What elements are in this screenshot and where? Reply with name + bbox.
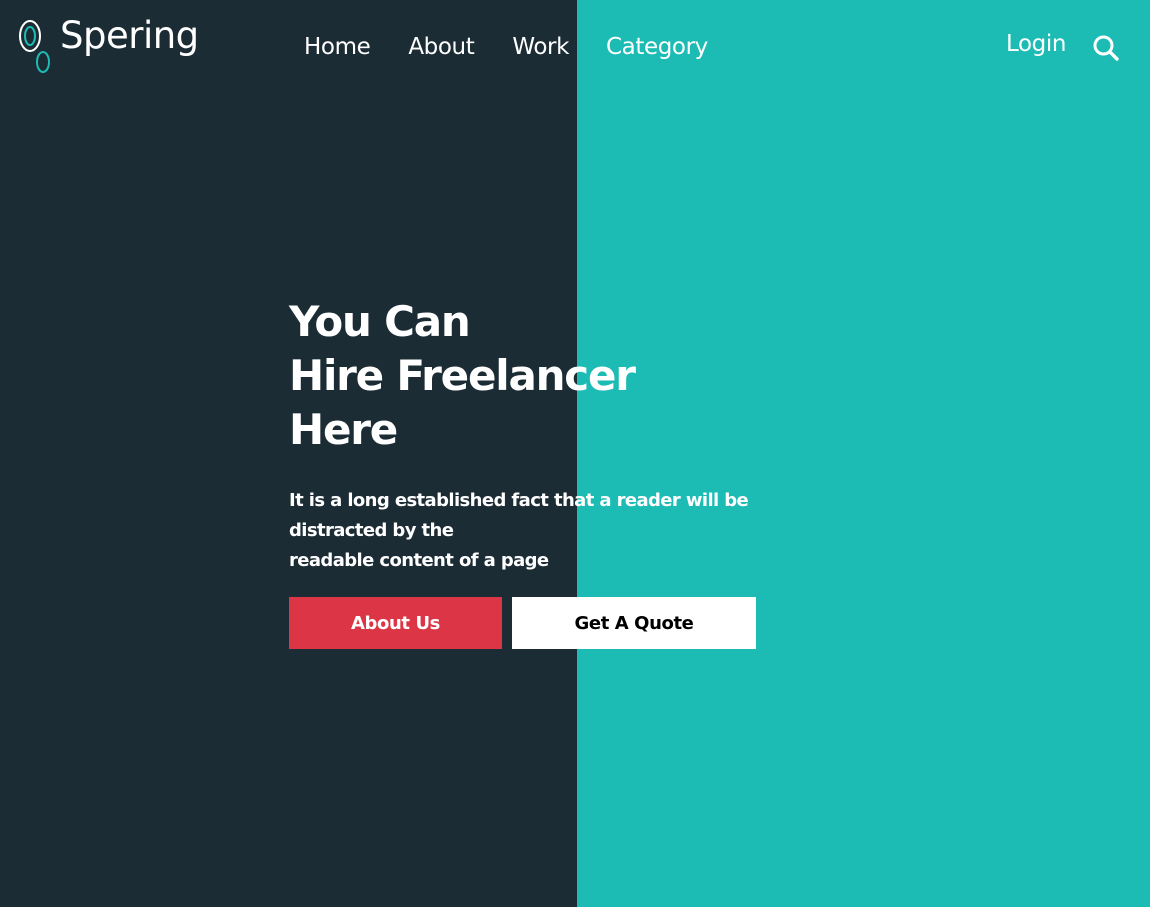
hero-title-line: Hire Freelancer bbox=[289, 351, 636, 400]
about-us-button[interactable]: About Us bbox=[289, 597, 502, 649]
hero-description-line: readable content of a page bbox=[289, 550, 549, 571]
hero-title-line: You Can bbox=[289, 297, 471, 346]
brand-logo[interactable]: Spering bbox=[18, 14, 199, 76]
main-nav: Home About Work Category bbox=[304, 32, 708, 62]
hero-description-line: It is a long established fact that a rea… bbox=[289, 490, 749, 511]
nav-item-about[interactable]: About bbox=[408, 32, 474, 62]
hero-description: It is a long established fact that a rea… bbox=[289, 486, 749, 576]
nav-item-home[interactable]: Home bbox=[304, 32, 371, 62]
brand-name: Spering bbox=[60, 14, 199, 57]
hero-title: You Can Hire Freelancer Here bbox=[289, 295, 636, 457]
login-link[interactable]: Login bbox=[1006, 29, 1066, 59]
logo-icon bbox=[19, 20, 50, 73]
hero-title-line: Here bbox=[289, 405, 398, 454]
background-teal-panel bbox=[577, 0, 1150, 907]
get-a-quote-button[interactable]: Get A Quote bbox=[512, 597, 756, 649]
search-icon[interactable] bbox=[1092, 34, 1120, 62]
hero-description-line: distracted by the bbox=[289, 520, 454, 541]
nav-item-work[interactable]: Work bbox=[512, 32, 569, 62]
nav-item-category[interactable]: Category bbox=[606, 32, 708, 62]
